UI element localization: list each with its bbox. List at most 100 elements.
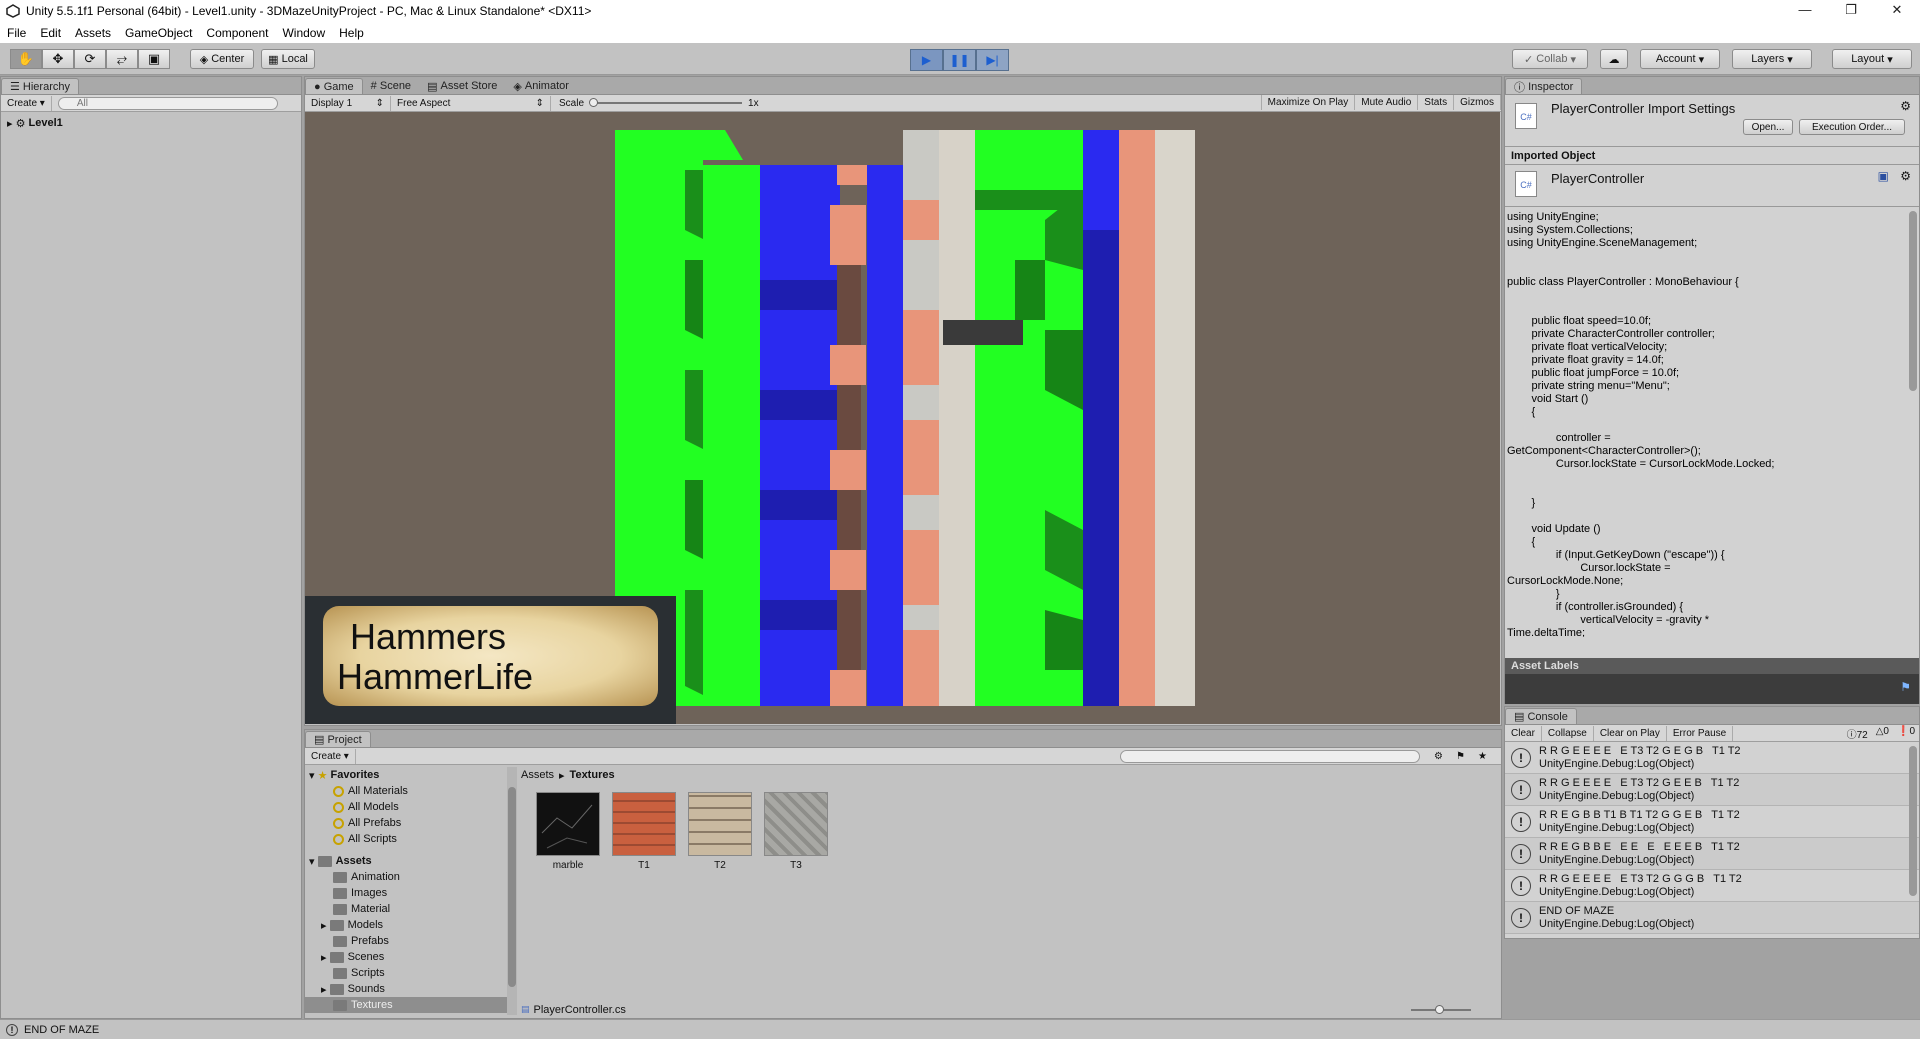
hierarchy-create-dropdown[interactable]: Create ▾ [1,95,52,111]
menu-edit[interactable]: Edit [33,26,68,40]
tab-game[interactable]: ● Game [305,78,363,94]
tab-console[interactable]: ▤ Console [1505,708,1577,724]
favorite-star-icon[interactable]: ★ [1478,751,1487,762]
tree-folder-material[interactable]: Material [305,901,507,917]
tree-scrollbar[interactable] [508,787,516,987]
tree-folder-models[interactable]: ▸ Models [305,917,507,933]
menu-assets[interactable]: Assets [68,26,118,40]
texture-thumb-t3[interactable] [764,792,828,856]
help-book-icon[interactable]: ▣ [1878,169,1889,183]
aspect-dropdown[interactable]: Free Aspect ⇕ [391,95,551,111]
console-entry[interactable]: ! R R G E E E E E T3 T2 G E E B T1 T2 Unit… [1505,774,1919,806]
tree-assets[interactable]: ▾ Assets [305,853,507,869]
pivot-center-button[interactable]: ◈ Center [190,49,254,69]
play-icon[interactable]: ▶ [910,49,943,71]
maximize-icon[interactable]: ❐ [1828,0,1874,22]
account-dropdown[interactable]: Account ▾ [1640,49,1720,69]
tab-inspector[interactable]: ⓘ Inspector [1505,78,1583,94]
gizmos-button[interactable]: Gizmos [1454,95,1501,110]
inspector-scrollbar[interactable] [1909,211,1917,391]
move-tool-icon[interactable]: ✥ [42,49,74,69]
log-info-icon: ! [1511,907,1531,928]
thumbnail-size-thumb[interactable] [1435,1005,1444,1014]
menu-file[interactable]: File [0,26,33,40]
tree-folder-prefabs[interactable]: Prefabs [305,933,507,949]
tree-folder-scripts[interactable]: Scripts [305,965,507,981]
rect-tool-icon[interactable]: ▣ [138,49,170,69]
warning-count[interactable]: △0 [1876,726,1889,741]
rotate-tool-icon[interactable]: ⟳ [74,49,106,69]
menu-help[interactable]: Help [332,26,371,40]
breadcrumb-assets[interactable]: Assets [521,769,554,781]
scene-level1[interactable]: ▸ ⚙ Level1 [1,115,301,131]
status-message[interactable]: END OF MAZE [24,1024,99,1036]
menu-component[interactable]: Component [199,26,275,40]
mute-audio-button[interactable]: Mute Audio [1355,95,1419,110]
tab-project[interactable]: ▤ Project [305,731,371,747]
menu-window[interactable]: Window [275,26,332,40]
tree-fav-materials[interactable]: All Materials [305,783,507,799]
hand-tool-icon[interactable]: ✋ [10,49,42,69]
minimize-icon[interactable]: — [1782,0,1828,22]
tree-folder-textures[interactable]: Textures [305,997,507,1013]
tree-favorites[interactable]: ▾ ★ Favorites [305,767,507,783]
console-clear-on-play-button[interactable]: Clear on Play [1594,725,1667,741]
close-icon[interactable]: ✕ [1874,0,1920,22]
console-clear-button[interactable]: Clear [1505,725,1542,741]
log-count[interactable]: ⓘ72 [1847,726,1868,741]
collab-button[interactable]: ✓ Collab ▾ [1512,49,1588,69]
open-button[interactable]: Open... [1743,119,1793,135]
console-entry[interactable]: ! R R E G B B E E E E E E E B T1 T2 UnityE… [1505,838,1919,870]
tab-hierarchy[interactable]: ☰ Hierarchy [1,78,79,94]
component-gear-icon[interactable]: ⚙ [1900,169,1911,183]
pause-icon[interactable]: ❚❚ [943,49,976,71]
thumbnail-size-slider[interactable] [1411,1005,1471,1014]
scale-tool-icon[interactable]: ⥂ [106,49,138,69]
console-scrollbar[interactable] [1909,746,1917,896]
layers-dropdown[interactable]: Layers ▾ [1732,49,1812,69]
tab-asset-store[interactable]: ▤ Asset Store [419,78,505,94]
inspector-panel: ⓘ Inspector C# PlayerController Import S… [1504,76,1920,704]
texture-thumb-t2[interactable] [688,792,752,856]
breadcrumb-textures[interactable]: Textures [570,769,615,781]
scale-slider[interactable] [589,98,743,107]
step-icon[interactable]: ▶| [976,49,1009,71]
tree-folder-images[interactable]: Images [305,885,507,901]
execution-order-button[interactable]: Execution Order... [1799,119,1905,135]
expand-arrow-icon[interactable]: ▸ [7,117,16,130]
filter-type-icon[interactable]: ⚙ [1434,751,1443,762]
hierarchy-search-input[interactable]: All [57,96,278,110]
project-create-dropdown[interactable]: Create ▾ [305,748,356,764]
tree-fav-scripts[interactable]: All Scripts [305,831,507,847]
game-viewport[interactable]: Hammers HammerLife [305,112,1500,724]
menu-gameobject[interactable]: GameObject [118,26,199,40]
tag-icon[interactable]: ⚑ [1900,680,1911,694]
texture-thumb-marble[interactable] [536,792,600,856]
filter-label-icon[interactable]: ⚑ [1456,751,1465,762]
tab-animator[interactable]: ◈ Animator [505,78,577,94]
console-entry[interactable]: ! R R G E E E E E T3 T2 G E G B T1 T2 Unit… [1505,742,1919,774]
settings-gear-icon[interactable]: ⚙ [1900,99,1911,113]
scale-slider-thumb[interactable] [589,98,599,107]
layout-dropdown[interactable]: Layout ▾ [1832,49,1912,69]
stats-button[interactable]: Stats [1418,95,1455,110]
tab-scene[interactable]: # Scene [363,78,419,94]
tree-fav-prefabs[interactable]: All Prefabs [305,815,507,831]
console-error-pause-button[interactable]: Error Pause [1667,725,1734,741]
console-entry[interactable]: ! R R G E E E E E T3 T2 G G G B T1 T2 Unit… [1505,870,1919,902]
console-entry[interactable]: ! R R E G B B T1 B T1 T2 G G E B T1 T2 Uni… [1505,806,1919,838]
tree-folder-sounds[interactable]: ▸ Sounds [305,981,507,997]
display-dropdown[interactable]: Display 1 ⇕ [305,95,391,111]
console-entry[interactable]: ! END OF MAZE UnityEngine.Debug:Log(Object… [1505,902,1919,934]
tree-folder-scenes[interactable]: ▸ Scenes [305,949,507,965]
project-search-input[interactable] [1120,749,1420,763]
maximize-on-play-button[interactable]: Maximize On Play [1260,95,1356,110]
tree-folder-animation[interactable]: Animation [305,869,507,885]
cloud-icon[interactable]: ☁ [1600,49,1628,69]
error-count[interactable]: ❗0 [1897,726,1915,741]
texture-thumb-t1[interactable] [612,792,676,856]
pivot-local-button[interactable]: ▦ Local [261,49,315,69]
script-code: using UnityEngine; using System.Collecti… [1507,211,1775,637]
tree-fav-models[interactable]: All Models [305,799,507,815]
console-collapse-button[interactable]: Collapse [1542,725,1594,741]
